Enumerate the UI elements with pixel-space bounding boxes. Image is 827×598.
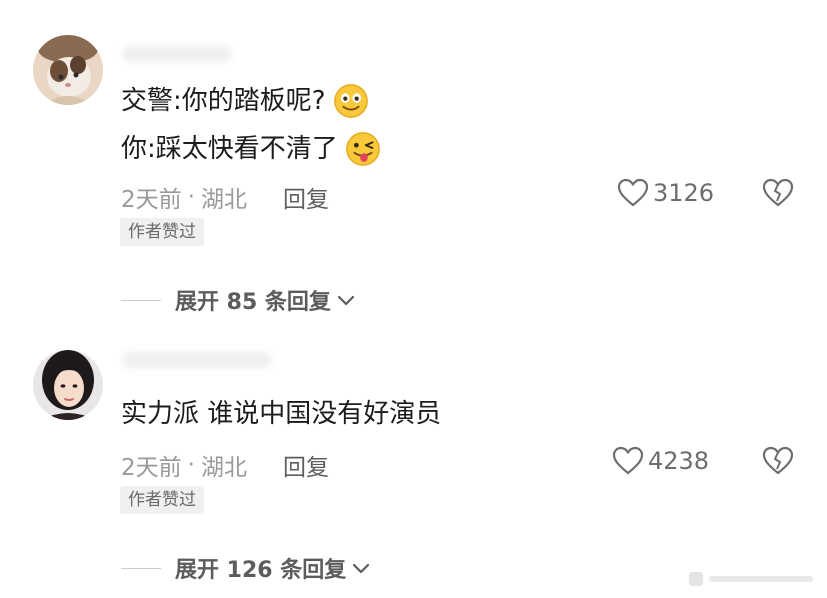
divider <box>121 299 161 301</box>
username-blurred[interactable] <box>122 352 272 368</box>
like-button[interactable]: 3126 <box>617 178 714 208</box>
avatar[interactable] <box>33 350 103 420</box>
watermark-logo <box>689 572 813 586</box>
comment-time: 2天前 <box>121 187 182 213</box>
comment-text: 你:踩太快看不清了 <box>121 134 338 164</box>
meta-separator: · <box>187 452 195 478</box>
comment-text-line: 实力派 谁说中国没有好演员 <box>121 397 441 431</box>
expand-replies-button[interactable]: 展开 126 条回复 <box>121 552 372 584</box>
divider <box>121 567 161 569</box>
comment-location: 湖北 <box>200 455 247 481</box>
comment-time: 2天前 <box>121 455 182 481</box>
avatar[interactable] <box>33 35 103 105</box>
author-liked-badge: 作者赞过 <box>120 218 204 246</box>
heart-outline-icon <box>612 446 644 475</box>
broken-heart-icon <box>762 446 794 475</box>
comment-text: 实力派 谁说中国没有好演员 <box>121 399 442 429</box>
broken-heart-icon <box>762 178 794 207</box>
comment-text-line: 交警:你的踏板呢? <box>121 82 370 120</box>
chevron-down-icon <box>353 563 370 574</box>
reply-button[interactable]: 回复 <box>283 448 329 482</box>
like-button[interactable]: 4238 <box>612 446 709 476</box>
meta-separator: · <box>187 184 195 210</box>
author-liked-badge: 作者赞过 <box>120 486 204 514</box>
comment-meta: 2天前 · 湖北 回复 <box>121 448 329 482</box>
heart-outline-icon <box>617 178 649 207</box>
comment-meta: 2天前 · 湖北 回复 <box>121 180 329 214</box>
expand-replies-button[interactable]: 展开 85 条回复 <box>121 284 357 316</box>
smile-emoji-icon <box>333 84 368 118</box>
comment-location: 湖北 <box>200 187 247 213</box>
reply-button[interactable]: 回复 <box>283 180 329 214</box>
expand-replies-label: 展开 85 条回复 <box>175 290 331 315</box>
like-count: 4238 <box>648 447 710 475</box>
dislike-button[interactable] <box>762 446 794 480</box>
comment-text-line: 你:踩太快看不清了 <box>121 130 382 168</box>
chevron-down-icon <box>337 295 355 306</box>
comment-text: 交警:你的踏板呢? <box>121 86 326 116</box>
username-blurred[interactable] <box>122 46 232 62</box>
like-count: 3126 <box>653 179 715 207</box>
dislike-button[interactable] <box>762 178 794 212</box>
wink-tongue-emoji-icon <box>345 132 380 166</box>
expand-replies-label: 展开 126 条回复 <box>175 558 347 583</box>
